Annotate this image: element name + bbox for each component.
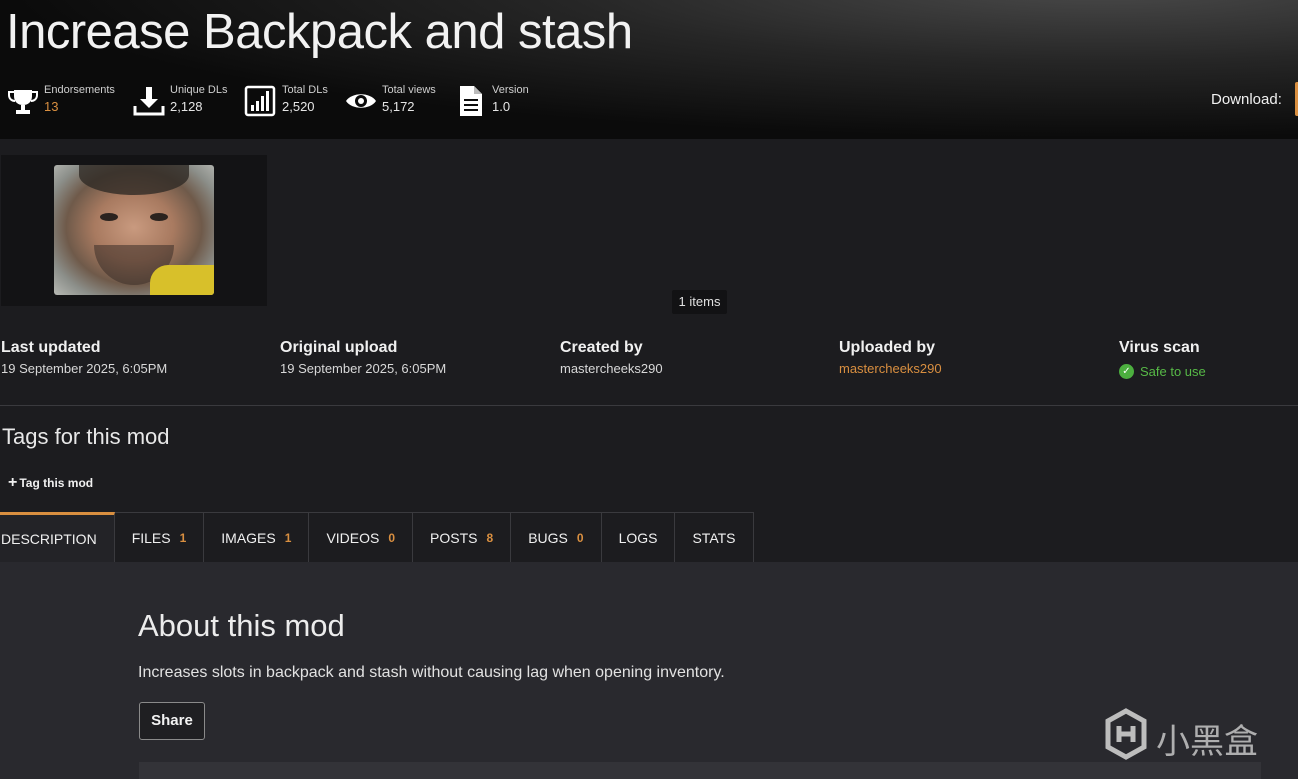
stat-value: 1.0 [492, 99, 511, 114]
virus-scan-status[interactable]: ✓ Safe to use [1119, 364, 1206, 379]
tab-label: IMAGES [221, 529, 276, 546]
meta-label: Original upload [280, 339, 398, 356]
stat-value: 5,172 [382, 99, 415, 114]
tab-count: 8 [486, 530, 494, 545]
document-icon [460, 86, 482, 116]
tab-count: 0 [576, 530, 584, 545]
mod-thumbnail-image[interactable] [54, 165, 214, 295]
stat-value: 2,128 [170, 99, 203, 114]
meta-label: Last updated [1, 339, 101, 356]
description-body [139, 762, 1261, 779]
check-circle-icon: ✓ [1119, 364, 1134, 379]
meta-virus-scan: Virus scan ✓ Safe to use [1119, 339, 1206, 379]
tag-button-label: Tag this mod [19, 476, 94, 490]
page-title: Increase Backpack and stash [6, 5, 633, 59]
stat-label: Endorsements [44, 84, 115, 96]
tab-count: 0 [388, 530, 396, 545]
tag-this-mod-button[interactable]: + Tag this mod [8, 474, 93, 492]
bar-chart-icon [244, 85, 276, 117]
tab-count: 1 [179, 530, 187, 545]
watermark: 小黑盒 [1104, 708, 1264, 761]
tab-label: LOGS [618, 529, 658, 546]
gallery-items-badge: 1 items [672, 290, 727, 314]
mod-tabs: DESCRIPTION FILES 1 IMAGES 1 VIDEOS 0 PO… [0, 512, 754, 562]
meta-original-upload: Original upload 19 September 2025, 6:05P… [280, 339, 446, 376]
stat-label: Unique DLs [170, 84, 228, 96]
divider [0, 405, 1298, 406]
tab-label: BUGS [528, 529, 568, 546]
download-label: Download: [1211, 91, 1282, 108]
virus-scan-text: Safe to use [1140, 364, 1206, 379]
meta-created-by: Created by mastercheeks290 [560, 339, 663, 376]
eye-icon [346, 94, 376, 108]
meta-value: 19 September 2025, 6:05PM [1, 361, 168, 376]
uploader-link[interactable]: mastercheeks290 [839, 361, 942, 376]
tab-label: DESCRIPTION [1, 530, 97, 547]
plus-icon: + [8, 474, 18, 491]
meta-label: Uploaded by [839, 339, 936, 356]
meta-label: Created by [560, 339, 643, 356]
stat-label: Total DLs [282, 84, 328, 96]
trophy-icon [8, 90, 38, 114]
tab-files[interactable]: FILES 1 [114, 512, 205, 562]
tab-logs[interactable]: LOGS [601, 512, 676, 562]
tab-label: VIDEOS [326, 529, 380, 546]
meta-value: 19 September 2025, 6:05PM [280, 361, 447, 376]
about-text: Increases slots in backpack and stash wi… [138, 664, 725, 681]
tab-stats[interactable]: STATS [675, 512, 754, 562]
stat-value: 2,520 [282, 99, 315, 114]
stat-label: Total views [382, 84, 436, 96]
tab-label: STATS [692, 529, 736, 546]
meta-label: Virus scan [1119, 339, 1200, 356]
tab-posts[interactable]: POSTS 8 [413, 512, 512, 562]
tab-label: POSTS [430, 529, 478, 546]
tags-title: Tags for this mod [2, 424, 170, 449]
tab-images[interactable]: IMAGES 1 [204, 512, 310, 562]
gallery-thumbnail-strip [1, 155, 267, 306]
mod-header: Increase Backpack and stash Endorsements… [0, 0, 1298, 139]
meta-value: mastercheeks290 [560, 361, 663, 376]
share-button[interactable]: Share [139, 702, 205, 740]
tab-description[interactable]: DESCRIPTION [0, 512, 115, 562]
watermark-logo-icon [1105, 708, 1147, 760]
about-title: About this mod [138, 608, 345, 643]
tab-videos[interactable]: VIDEOS 0 [309, 512, 414, 562]
stat-label: Version [492, 84, 529, 96]
tab-count: 1 [284, 530, 292, 545]
meta-last-updated: Last updated 19 September 2025, 6:05PM [1, 339, 167, 376]
tab-label: FILES [131, 529, 171, 546]
meta-uploaded-by: Uploaded by mastercheeks290 [839, 339, 942, 376]
tab-bugs[interactable]: BUGS 0 [511, 512, 602, 562]
watermark-text: 小黑盒 [1156, 723, 1258, 761]
stat-value: 13 [44, 99, 59, 114]
download-icon [133, 87, 165, 116]
